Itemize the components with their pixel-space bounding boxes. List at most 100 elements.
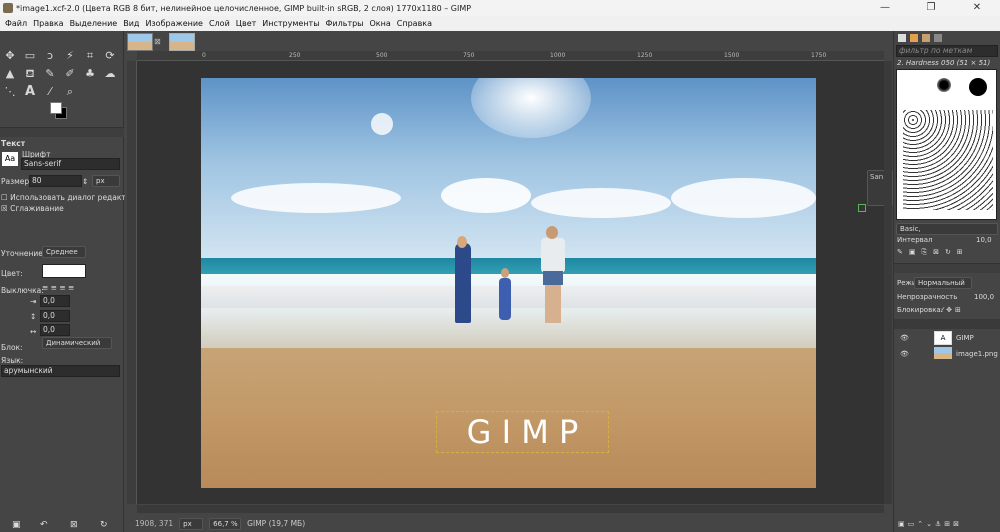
ruler-tick: 1000 (550, 52, 566, 59)
transform-tool-icon[interactable]: ⟳ (103, 49, 117, 63)
minimize-button[interactable]: — (862, 0, 908, 16)
zoom-tool-icon[interactable]: ⌕ (63, 85, 77, 99)
justify-buttons[interactable]: ≡ ≡ ≡ ≡ (42, 283, 74, 292)
image-tab-thumb-1[interactable] (127, 33, 153, 51)
menu-tools[interactable]: Инструменты (259, 16, 322, 31)
status-bar: 1908, 371 px 66,7 % GIMP (19,7 МБ) (125, 515, 892, 532)
eraser-tool-icon[interactable]: ✐ (63, 67, 77, 81)
zoom-select[interactable]: 66,7 % (209, 517, 242, 530)
brush-filter-input[interactable]: фильтр по меткам (896, 45, 998, 57)
color-picker-tool-icon[interactable]: ⁄ (43, 85, 57, 99)
layer-name: image1.png (956, 350, 998, 358)
warp-tool-icon[interactable]: ▲ (3, 67, 17, 81)
vertical-scrollbar[interactable] (884, 61, 892, 504)
maximize-button[interactable]: ❐ (908, 0, 954, 16)
unit-select[interactable]: px (179, 517, 204, 530)
size-input[interactable]: 80 (29, 175, 82, 187)
size-label: Размер: (1, 177, 32, 186)
line-spacing-input[interactable]: 0,0 (40, 310, 70, 322)
ruler-tick: 250 (289, 52, 301, 59)
layers-header (894, 319, 1000, 329)
vertical-ruler (127, 61, 137, 504)
text-tool-icon[interactable]: A (23, 85, 37, 99)
brush-hardness-050[interactable] (937, 78, 951, 92)
move-tool-icon[interactable]: ✥ (3, 49, 17, 63)
layer-action-icons[interactable]: ▣▭⌃⌄⚓⊞⊠ (898, 520, 962, 528)
layer-row-image1[interactable]: 👁 image1.png (894, 347, 1000, 361)
hinting-select[interactable]: Среднее (42, 246, 86, 258)
mode-select[interactable]: Нормальный (914, 277, 972, 289)
brush-preset-select[interactable]: Basic, (896, 223, 998, 235)
visibility-eye-icon[interactable]: 👁 (900, 334, 909, 342)
paintbrush-tool-icon[interactable]: ✎ (43, 67, 57, 81)
reset-options-icon[interactable]: ↻ (100, 520, 108, 530)
clone-tool-icon[interactable]: ♣ (83, 67, 97, 81)
smudge-tool-icon[interactable]: ☁ (103, 67, 117, 81)
horizontal-scrollbar[interactable] (137, 505, 884, 513)
foreground-color-swatch[interactable] (50, 102, 62, 114)
menu-select[interactable]: Выделение (67, 16, 121, 31)
spacing-value[interactable]: 10,0 (976, 236, 992, 244)
close-tab-icon[interactable]: ⊠ (154, 37, 161, 46)
crop-tool-icon[interactable]: ⌗ (83, 49, 97, 63)
fonts-tab-icon[interactable] (922, 34, 930, 42)
document-tab-icon[interactable] (934, 34, 942, 42)
lasso-tool-icon[interactable]: ↄ (43, 49, 57, 63)
layer-row-gimp[interactable]: 👁 A GIMP (894, 331, 1000, 345)
menu-edit[interactable]: Правка (30, 16, 66, 31)
size-stepper[interactable]: ⇕ (82, 177, 88, 186)
image-canvas[interactable]: G I M P (201, 78, 816, 488)
justify-label: Выключка: (1, 286, 44, 295)
patterns-tab-icon[interactable] (910, 34, 918, 42)
pointer-coords: 1908, 371 (135, 519, 174, 528)
menu-windows[interactable]: Окна (367, 16, 394, 31)
tool-options-title: Текст (1, 139, 26, 148)
box-select[interactable]: Динамический (42, 337, 112, 349)
size-unit-select[interactable]: px (92, 175, 120, 187)
toolbox-panel: ✥ ▭ ↄ ⚡ ⌗ ⟳ ▲ ⛾ ✎ ✐ ♣ ☁ ⋱ A ⁄ ⌕ Текст Aa… (0, 31, 140, 532)
ruler-tick: 750 (463, 52, 475, 59)
bucket-fill-tool-icon[interactable]: ⛾ (23, 67, 37, 81)
fuzzy-select-tool-icon[interactable]: ⚡ (63, 49, 77, 63)
text-color-button[interactable] (42, 264, 86, 278)
language-label: Язык: (1, 356, 24, 365)
handle-marker[interactable] (858, 204, 866, 212)
visibility-eye-icon[interactable]: 👁 (900, 350, 909, 358)
letter-spacing-input[interactable]: 0,0 (40, 324, 70, 336)
title-bar: *image1.xcf-2.0 (Цвета RGB 8 бит, нелине… (0, 0, 1000, 16)
menu-help[interactable]: Справка (394, 16, 435, 31)
menu-file[interactable]: Файл (2, 16, 30, 31)
person-mother-head (457, 236, 467, 248)
delete-options-icon[interactable]: ⊠ (70, 520, 78, 530)
brush-name: 2. Hardness 050 (51 × 51) (897, 59, 991, 67)
menu-layer[interactable]: Слой (206, 16, 233, 31)
person-father-head (546, 226, 558, 239)
use-editor-checkbox[interactable]: ☐ Использовать диалог редактора (1, 193, 140, 202)
antialias-label: Сглаживание (10, 204, 64, 213)
ruler-tick: 1250 (637, 52, 653, 59)
brush-action-icons[interactable]: ✎▣⎘⊠↻⊞ (897, 248, 969, 257)
save-options-icon[interactable]: ▣ (12, 520, 21, 530)
antialias-checkbox[interactable]: ☒ Сглаживание (1, 204, 64, 213)
close-button[interactable]: ✕ (954, 0, 1000, 16)
menu-image[interactable]: Изображение (142, 16, 206, 31)
canvas-text[interactable]: G I M P (436, 411, 609, 453)
indent-input[interactable]: 0,0 (40, 295, 70, 307)
font-preview-icon[interactable]: Aa (2, 152, 18, 166)
box-label: Блок: (1, 343, 23, 352)
restore-options-icon[interactable]: ↶ (40, 520, 48, 530)
image-tab-thumb-2[interactable] (169, 33, 195, 51)
rect-select-tool-icon[interactable]: ▭ (23, 49, 37, 63)
paths-tool-icon[interactable]: ⋱ (3, 85, 17, 99)
menu-view[interactable]: Вид (120, 16, 142, 31)
brushes-tab-icon[interactable] (898, 34, 906, 42)
brush-hard[interactable] (969, 78, 987, 96)
menu-filters[interactable]: Фильтры (323, 16, 367, 31)
menu-colors[interactable]: Цвет (233, 16, 260, 31)
font-input[interactable]: Sans-serif (21, 158, 120, 170)
language-input[interactable]: арумынский (1, 365, 120, 377)
lock-icons[interactable]: ⁄✥⊞ (942, 306, 964, 314)
opacity-value[interactable]: 100,0 (974, 293, 994, 301)
menu-bar: Файл Правка Выделение Вид Изображение Сл… (0, 16, 1000, 31)
brush-grid[interactable] (896, 69, 997, 220)
